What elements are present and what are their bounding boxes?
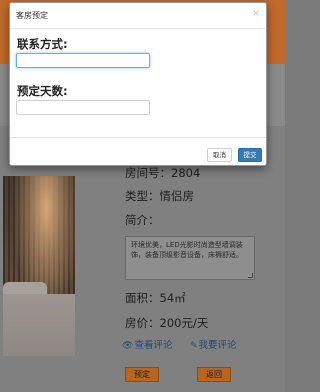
room-photo	[3, 176, 75, 356]
modal-header: 客房预定 ×	[10, 3, 266, 29]
contact-input[interactable]	[16, 53, 150, 68]
room-price: 房价：200元/天	[125, 316, 209, 330]
back-button[interactable]: 返回	[197, 367, 231, 382]
resize-grip-icon[interactable]	[248, 273, 253, 278]
modal-title: 客房预定	[16, 11, 48, 20]
review-links: 👁 查看评论 ✎ 我要评论	[122, 339, 272, 353]
write-review-link[interactable]: ✎ 我要评论	[190, 339, 237, 353]
eye-icon: 👁	[122, 341, 134, 351]
close-icon[interactable]: ×	[251, 9, 261, 19]
photo-bed	[3, 294, 75, 356]
booking-modal: 客房预定 × 联系方式: 预定天数: 取消 提交	[9, 2, 267, 166]
edit-icon: ✎	[190, 341, 198, 351]
room-intro-label: 简介：	[125, 213, 160, 227]
room-number: 房间号：2804	[125, 166, 201, 180]
contact-label: 联系方式:	[17, 37, 68, 51]
submit-button[interactable]: 提交	[238, 148, 262, 162]
room-description-text: 环境优美，LED光影时尚造型墙调装饰，装备顶级影音设备，床褥舒适。	[131, 241, 243, 259]
book-button[interactable]: 预定	[125, 367, 159, 382]
cancel-button[interactable]: 取消	[207, 148, 232, 162]
modal-footer: 取消 提交	[10, 137, 266, 165]
view-reviews-link[interactable]: 👁 查看评论	[122, 339, 172, 353]
room-area: 面积：54㎡	[125, 291, 186, 305]
write-review-label: 我要评论	[198, 340, 237, 351]
days-input[interactable]	[16, 100, 150, 115]
view-reviews-label: 查看评论	[134, 340, 173, 351]
room-type: 类型：情侣房	[125, 189, 194, 203]
days-label: 预定天数:	[17, 84, 68, 98]
room-description-box[interactable]: 环境优美，LED光影时尚造型墙调装饰，装备顶级影音设备，床褥舒适。	[125, 236, 255, 280]
